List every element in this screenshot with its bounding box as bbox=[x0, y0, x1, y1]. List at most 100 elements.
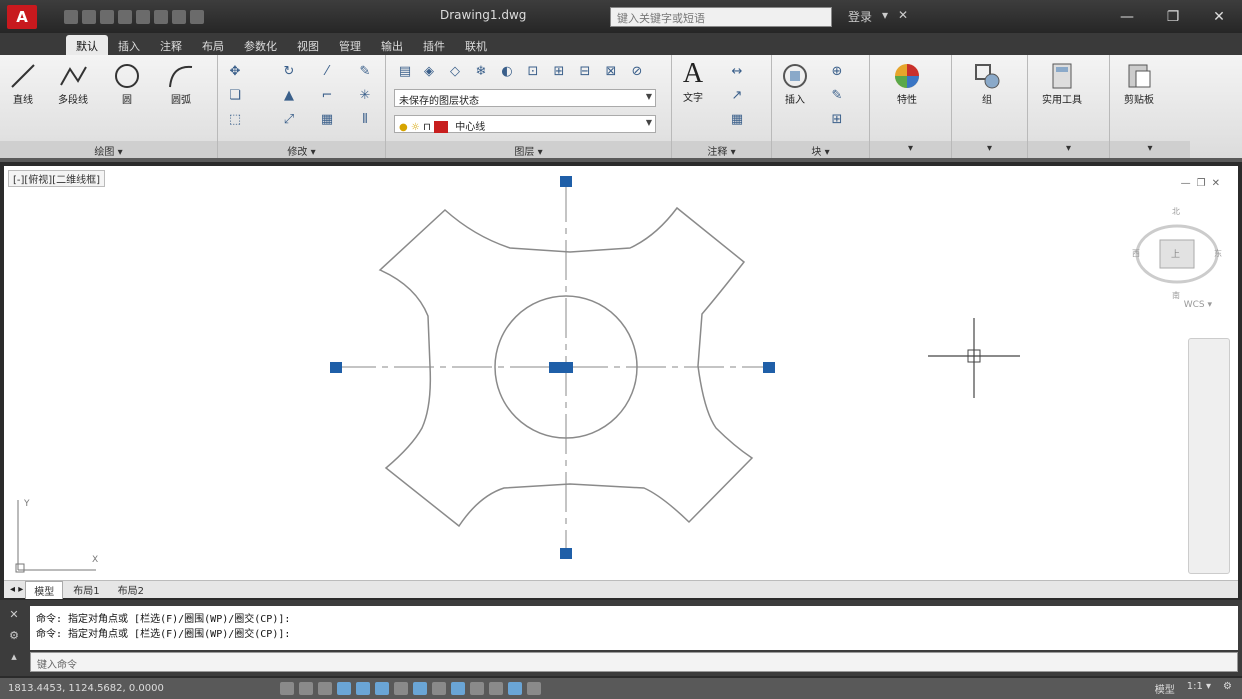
clipboard-panel-title[interactable]: ▾ bbox=[1110, 141, 1190, 158]
layer-walk-icon[interactable]: ⊟ bbox=[576, 63, 594, 79]
tab-annotate[interactable]: 注释 bbox=[150, 35, 192, 55]
new-file-icon[interactable] bbox=[64, 9, 78, 24]
grip-left[interactable] bbox=[330, 362, 342, 373]
viewcube-west[interactable]: 西 bbox=[1132, 248, 1140, 259]
sign-in-dropdown-icon[interactable]: ▾ bbox=[882, 8, 888, 25]
text-button[interactable]: A 文字 bbox=[678, 58, 708, 104]
viewport-controls[interactable]: [-][俯视][二维线框] bbox=[8, 170, 106, 187]
quick-properties-icon[interactable] bbox=[508, 682, 522, 695]
model-space-toggle[interactable]: 模型 bbox=[1155, 681, 1175, 696]
annotation-scale[interactable]: 1:1 ▾ bbox=[1187, 681, 1211, 696]
dyn-icon[interactable] bbox=[451, 682, 465, 695]
rotate-icon[interactable]: ↻ bbox=[280, 63, 298, 79]
command-window-handle[interactable]: ✕ ⚙ ▴ bbox=[4, 608, 24, 672]
table-icon[interactable]: ▦ bbox=[728, 111, 746, 127]
viewcube[interactable]: 北 上 南 西 东 bbox=[1132, 204, 1222, 304]
search-input[interactable]: 键入关键字或短语 bbox=[610, 7, 832, 27]
lineweight-icon[interactable] bbox=[470, 682, 484, 695]
open-file-icon[interactable] bbox=[82, 9, 96, 24]
scale-icon[interactable]: ⤢ bbox=[280, 111, 298, 127]
arc-button[interactable]: 圆弧 bbox=[166, 61, 196, 106]
clipboard-button[interactable]: 剪贴板 bbox=[1124, 61, 1154, 106]
otrack-icon[interactable] bbox=[413, 682, 427, 695]
maximize-button[interactable]: ❐ bbox=[1150, 0, 1196, 33]
viewport-restore-button[interactable]: ❐ bbox=[1197, 178, 1206, 189]
tab-plugins[interactable]: 插件 bbox=[413, 35, 455, 55]
infer-constraints-icon[interactable] bbox=[280, 682, 294, 695]
current-layer-combo[interactable]: ● ☼ ⊓ 中心线 ▼ bbox=[394, 115, 656, 133]
modify-panel-title[interactable]: 修改 ▾ bbox=[218, 141, 385, 158]
tab-model[interactable]: 模型 bbox=[25, 580, 64, 599]
trim-icon[interactable]: ⁄ bbox=[318, 63, 336, 79]
leader-icon[interactable]: ↗ bbox=[728, 87, 746, 103]
settings-icon[interactable]: ⚙ bbox=[9, 629, 19, 642]
create-block-icon[interactable]: ⊕ bbox=[828, 63, 846, 79]
osnap-icon[interactable] bbox=[375, 682, 389, 695]
plot-icon[interactable] bbox=[136, 9, 150, 24]
layer-off-icon[interactable]: ◐ bbox=[498, 63, 516, 79]
stretch-icon[interactable]: ⬚ bbox=[226, 111, 244, 127]
move-icon[interactable]: ✥ bbox=[226, 63, 244, 79]
tab-parametric[interactable]: 参数化 bbox=[234, 35, 287, 55]
redo-icon[interactable] bbox=[172, 9, 186, 24]
circle-button[interactable]: 圆 bbox=[112, 61, 142, 106]
polar-icon[interactable] bbox=[356, 682, 370, 695]
layer-freeze-icon[interactable]: ❄ bbox=[472, 63, 490, 79]
grid-icon[interactable] bbox=[318, 682, 332, 695]
tab-layout1[interactable]: 布局1 bbox=[65, 581, 107, 598]
groups-panel-title[interactable]: ▾ bbox=[952, 141, 1027, 158]
viewport-close-button[interactable]: ✕ bbox=[1212, 178, 1220, 189]
grip-right[interactable] bbox=[763, 362, 775, 373]
layer-merge-icon[interactable]: ⊠ bbox=[602, 63, 620, 79]
viewcube-east[interactable]: 东 bbox=[1214, 248, 1222, 259]
workspace-icon[interactable] bbox=[190, 9, 204, 24]
group-button[interactable]: 组 bbox=[972, 61, 1002, 106]
workspace-switch-icon[interactable]: ⚙ bbox=[1223, 681, 1232, 696]
command-input[interactable]: 键入命令 bbox=[30, 652, 1238, 672]
annotation-panel-title[interactable]: 注释 ▾ bbox=[672, 141, 771, 158]
polyline-button[interactable]: 多段线 bbox=[58, 61, 88, 106]
insert-block-button[interactable]: 插入 bbox=[780, 61, 810, 106]
layer-delete-icon[interactable]: ⊘ bbox=[628, 63, 646, 79]
tab-online[interactable]: 联机 bbox=[455, 35, 497, 55]
viewcube-south[interactable]: 南 bbox=[1172, 290, 1180, 301]
chevron-up-icon[interactable]: ▴ bbox=[11, 650, 17, 663]
selection-cycling-icon[interactable] bbox=[527, 682, 541, 695]
array-icon[interactable]: ▦ bbox=[318, 111, 336, 127]
layer-properties-icon[interactable]: ▤ bbox=[396, 63, 414, 79]
navigation-bar[interactable] bbox=[1188, 338, 1230, 574]
draw-panel-title[interactable]: 绘图 ▾ bbox=[0, 141, 217, 158]
application-menu-button[interactable]: A bbox=[0, 0, 44, 33]
line-button[interactable]: 直线 bbox=[8, 61, 38, 106]
explode-icon[interactable]: ✳ bbox=[356, 87, 374, 103]
offset-icon[interactable]: ⫴ bbox=[356, 111, 374, 127]
properties-button[interactable]: 特性 bbox=[892, 61, 922, 106]
wcs-menu[interactable]: WCS ▾ bbox=[1184, 300, 1212, 310]
layer-lock-icon[interactable]: ⊡ bbox=[524, 63, 542, 79]
tab-layout2[interactable]: 布局2 bbox=[110, 581, 152, 598]
layer-match-icon[interactable]: ⊞ bbox=[550, 63, 568, 79]
exchange-icon[interactable]: ✕ bbox=[898, 8, 908, 25]
viewcube-north[interactable]: 北 bbox=[1172, 206, 1180, 217]
mirror-icon[interactable]: ▲ bbox=[280, 87, 298, 103]
erase-icon[interactable]: ✎ bbox=[356, 63, 374, 79]
layer-state-icon[interactable]: ◈ bbox=[420, 63, 438, 79]
layers-panel-title[interactable]: 图层 ▾ bbox=[386, 141, 671, 158]
grip-center[interactable] bbox=[549, 362, 573, 373]
tab-view[interactable]: 视图 bbox=[287, 35, 329, 55]
edit-attributes-icon[interactable]: ⊞ bbox=[828, 111, 846, 127]
tab-layout[interactable]: 布局 bbox=[192, 35, 234, 55]
coordinates-readout[interactable]: 1813.4453, 1124.5682, 0.0000 bbox=[8, 683, 164, 694]
transparency-icon[interactable] bbox=[489, 682, 503, 695]
utilities-button[interactable]: 实用工具 bbox=[1042, 61, 1082, 106]
edit-block-icon[interactable]: ✎ bbox=[828, 87, 846, 103]
layer-state-combo[interactable]: 未保存的图层状态 ▼ bbox=[394, 89, 656, 107]
tab-insert[interactable]: 插入 bbox=[108, 35, 150, 55]
3dosnap-icon[interactable] bbox=[394, 682, 408, 695]
viewport-minimize-button[interactable]: — bbox=[1181, 178, 1191, 189]
properties-panel-title[interactable]: ▾ bbox=[870, 141, 951, 158]
layer-isolate-icon[interactable]: ◇ bbox=[446, 63, 464, 79]
fillet-icon[interactable]: ⌐ bbox=[318, 87, 336, 103]
save-as-icon[interactable] bbox=[118, 9, 132, 24]
dimension-icon[interactable]: ↔ bbox=[728, 63, 746, 79]
